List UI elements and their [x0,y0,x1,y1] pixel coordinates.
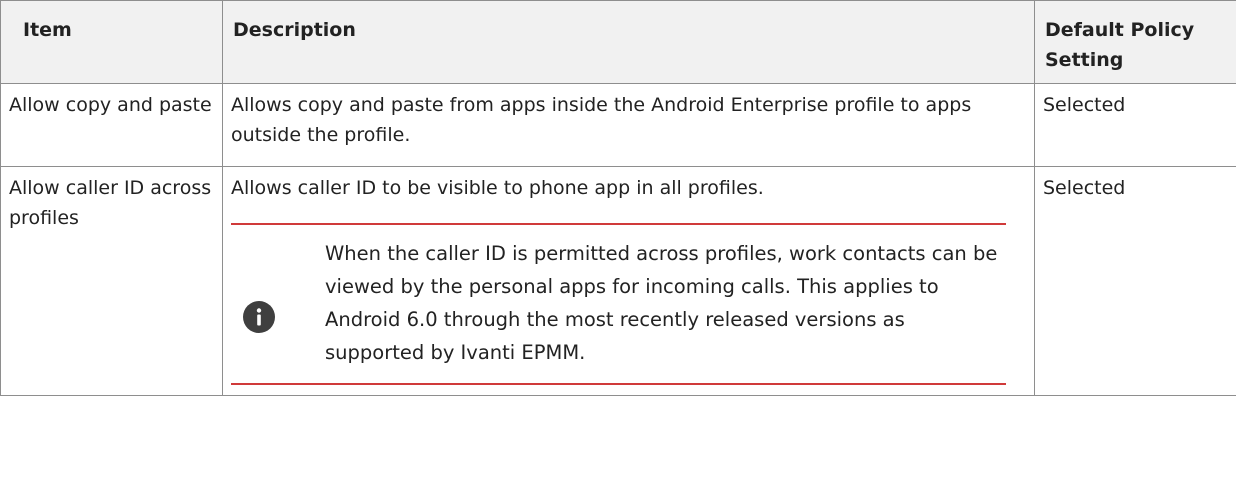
table-row: Allow copy and paste Allows copy and pas… [0,83,1236,167]
header-description: Description [222,0,1035,84]
header-default-policy-setting: Default Policy Setting [1034,0,1236,84]
info-icon [243,301,275,333]
note-block: When the caller ID is permitted across p… [231,223,1006,385]
description-text: Allows caller ID to be visible to phone … [231,177,764,199]
table-row: Allow caller ID across profiles Allows c… [0,166,1236,396]
cell-item: Allow copy and paste [0,83,223,167]
cell-item: Allow caller ID across profiles [0,166,223,396]
cell-default: Selected [1034,83,1236,167]
cell-description: Allows copy and paste from apps inside t… [222,83,1035,167]
cell-default: Selected [1034,166,1236,396]
cell-description: Allows caller ID to be visible to phone … [222,166,1035,396]
table-header-row: Item Description Default Policy Setting [0,0,1236,84]
note-text: When the caller ID is permitted across p… [325,242,998,364]
policy-settings-table: Item Description Default Policy Setting … [0,0,1236,396]
header-item: Item [0,0,223,84]
